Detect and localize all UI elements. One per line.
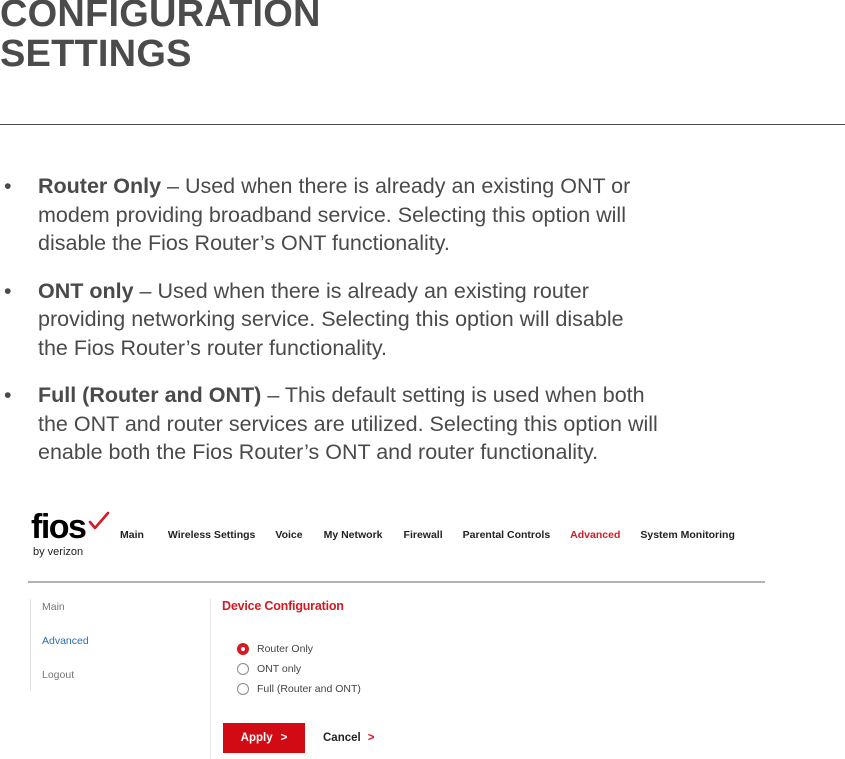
logo-brand: fios (31, 508, 87, 546)
nav-item-wireless-settings[interactable]: Wireless Settings (168, 529, 255, 541)
bullet-line: disable the Fios Router’s ONT functional… (38, 231, 450, 255)
radio-button[interactable] (237, 663, 249, 675)
bullet-dot: • (4, 278, 12, 303)
cancel-button[interactable]: Cancel > (323, 723, 374, 753)
title-line-2: SETTINGS (0, 33, 192, 75)
bullet-dot: • (4, 174, 12, 198)
bullet-line: ONT only – Used when there is already an… (38, 277, 820, 306)
bullet-text: – Used when there is already an existing… (161, 174, 631, 198)
option-descriptions-list: • Router Only – Used when there is alrea… (0, 172, 820, 486)
bullet-line: Full (Router and ONT) – This default set… (38, 381, 820, 410)
panel-title: Device Configuration (222, 599, 344, 613)
bullet-line: providing networking service. Selecting … (38, 307, 624, 331)
side-nav-item-advanced[interactable]: Advanced (42, 635, 89, 647)
radio-button-checked[interactable] (237, 643, 249, 655)
nav-item-main[interactable]: Main (120, 529, 144, 541)
bullet-ont-only: • ONT only – Used when there is already … (0, 277, 820, 363)
bullet-term: Router Only (38, 174, 162, 198)
nav-item-advanced[interactable]: Advanced (570, 529, 620, 541)
chevron-right-icon: > (280, 732, 288, 744)
bullet-term: Full (Router and ONT) (38, 383, 262, 407)
radio-option-full[interactable]: Full (Router and ONT) (237, 679, 361, 699)
apply-label: Apply (240, 732, 273, 744)
radio-label: Full (Router and ONT) (257, 683, 361, 695)
radio-option-router-only[interactable]: Router Only (237, 639, 361, 659)
bullet-router-only: • Router Only – Used when there is alrea… (0, 172, 820, 258)
logo-subtitle: by verizon (33, 546, 84, 558)
bullet-term: ONT only (38, 278, 134, 303)
side-nav: Main Advanced Logout (30, 599, 91, 691)
device-mode-radio-group: Router Only ONT only Full (Router and ON… (237, 639, 361, 699)
router-ui-screenshot: fios by verizon Main Wireless Settings V… (28, 505, 768, 759)
nav-item-parental-controls[interactable]: Parental Controls (463, 529, 551, 541)
top-nav: Main Wireless Settings Voice My Network … (120, 529, 735, 541)
title-divider (0, 124, 845, 125)
radio-label: ONT only (257, 663, 302, 675)
radio-label: Router Only (257, 643, 314, 655)
nav-item-system-monitoring[interactable]: System Monitoring (640, 529, 735, 541)
radio-button[interactable] (237, 683, 249, 695)
checkmark-icon (88, 511, 110, 530)
cancel-label: Cancel (323, 732, 361, 744)
fios-logo: fios by verizon (31, 509, 111, 565)
title-line-1: CONFIGURATION (0, 0, 321, 35)
side-nav-item-main[interactable]: Main (42, 601, 65, 613)
side-nav-item-logout[interactable]: Logout (42, 669, 74, 681)
bullet-full-router-and-ont: • Full (Router and ONT) – This default s… (0, 381, 820, 467)
bullet-line: enable both the Fios Router’s ONT and ro… (38, 440, 599, 464)
bullet-line: Router Only – Used when there is already… (38, 172, 820, 201)
bullet-line: the Fios Router’s router functionality. (38, 335, 387, 360)
bullet-text: – Used when there is already an existing… (133, 278, 589, 303)
bullet-line: the ONT and router services are utilized… (38, 411, 658, 436)
nav-item-my-network[interactable]: My Network (324, 529, 383, 541)
content-divider (210, 599, 211, 759)
nav-item-firewall[interactable]: Firewall (404, 529, 443, 541)
nav-divider (28, 581, 765, 583)
chevron-right-icon: > (367, 732, 375, 744)
radio-option-ont-only[interactable]: ONT only (237, 659, 361, 679)
document-title: CONFIGURATION SETTINGS (0, 0, 321, 74)
nav-item-voice[interactable]: Voice (275, 529, 302, 541)
bullet-text: – This default setting is used when both (261, 383, 645, 407)
bullet-line: modem providing broadband service. Selec… (38, 202, 626, 227)
bullet-dot: • (4, 383, 12, 407)
apply-button[interactable]: Apply > (223, 723, 305, 753)
